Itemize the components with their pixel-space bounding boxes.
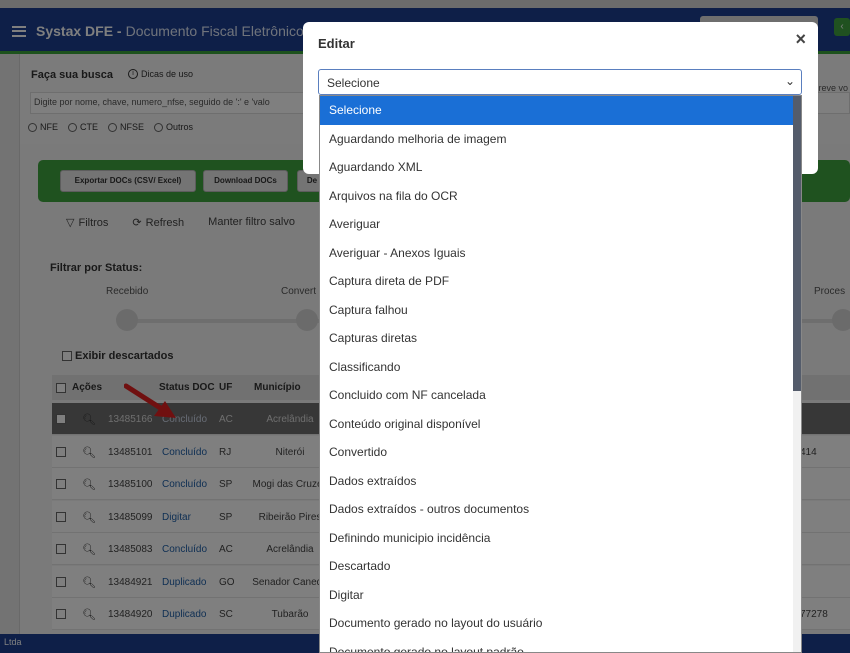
dropdown-option[interactable]: Averiguar — [320, 210, 801, 239]
status-select-value: Selecione — [327, 76, 380, 90]
dropdown-option[interactable]: Convertido — [320, 438, 801, 467]
dropdown-scrollbar[interactable] — [793, 96, 801, 652]
close-icon[interactable]: × — [795, 29, 806, 50]
dropdown-scroll-thumb[interactable] — [793, 96, 801, 391]
dropdown-option[interactable]: Digitar — [320, 581, 801, 610]
dropdown-option[interactable]: Conteúdo original disponível — [320, 410, 801, 439]
dropdown-option[interactable]: Documento gerado no layout padrão — [320, 638, 801, 653]
chevron-down-icon: ⌄ — [784, 74, 795, 88]
dropdown-option[interactable]: Capturas diretas — [320, 324, 801, 353]
dropdown-option[interactable]: Definindo municipio incidência — [320, 524, 801, 553]
dropdown-option[interactable]: Classificando — [320, 353, 801, 382]
dropdown-option[interactable]: Dados extraídos — [320, 467, 801, 496]
dropdown-option[interactable]: Arquivos na fila do OCR — [320, 182, 801, 211]
status-select[interactable]: Selecione ⌄ — [318, 69, 802, 95]
dropdown-option[interactable]: Concluido com NF cancelada — [320, 381, 801, 410]
dropdown-option[interactable]: Dados extraídos - outros documentos — [320, 495, 801, 524]
dropdown-option[interactable]: Descartado — [320, 552, 801, 581]
dropdown-option[interactable]: Aguardando XML — [320, 153, 801, 182]
dropdown-option[interactable]: Selecione — [320, 96, 801, 125]
dropdown-option[interactable]: Documento gerado no layout do usuário — [320, 609, 801, 638]
dropdown-option[interactable]: Averiguar - Anexos Iguais — [320, 239, 801, 268]
modal-title: Editar — [318, 36, 355, 51]
dropdown-option[interactable]: Aguardando melhoria de imagem — [320, 125, 801, 154]
dropdown-option[interactable]: Captura direta de PDF — [320, 267, 801, 296]
dropdown-option[interactable]: Captura falhou — [320, 296, 801, 325]
status-dropdown-list: Selecione Aguardando melhoria de imagem Ag… — [319, 95, 802, 653]
